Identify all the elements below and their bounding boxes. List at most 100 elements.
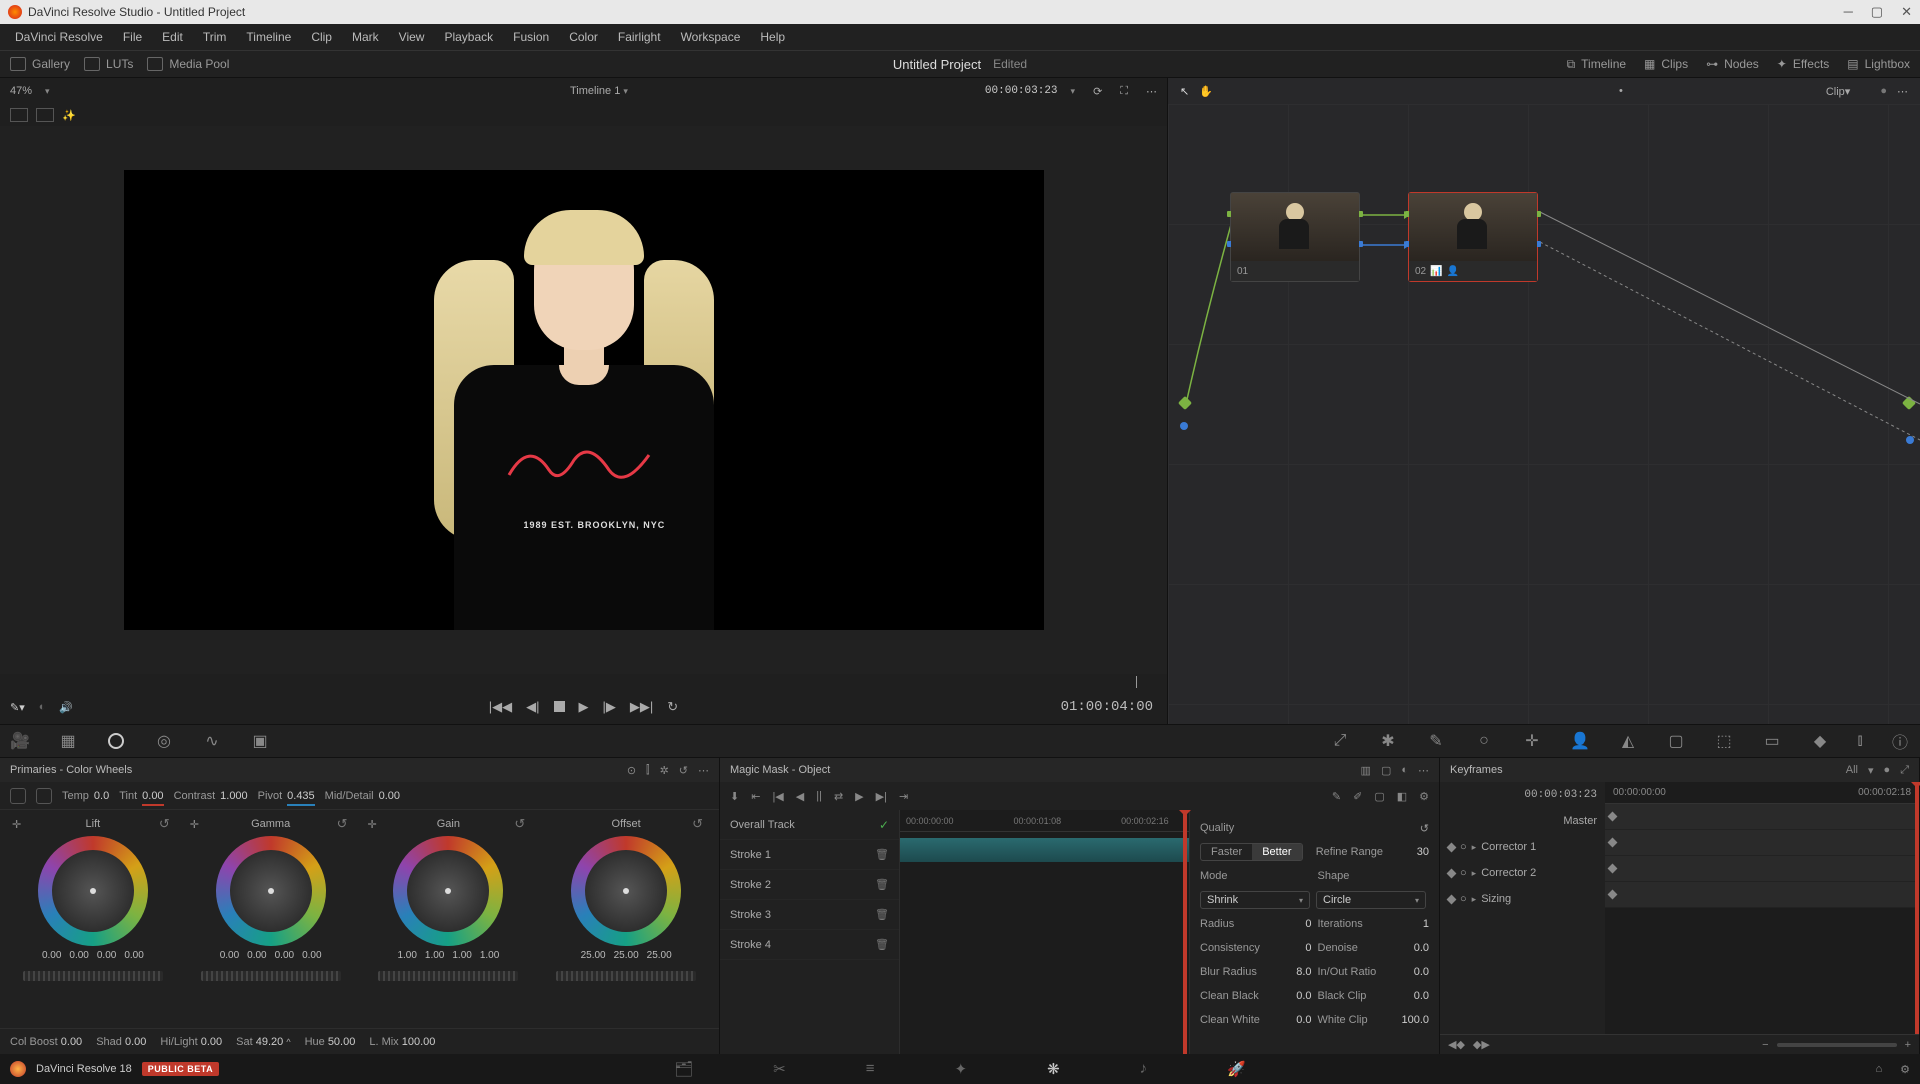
split-screen-icon[interactable]: [36, 108, 54, 122]
viewer[interactable]: 1989 EST. BROOKLYN, NYC: [0, 126, 1167, 674]
track-back-one-icon[interactable]: |◀: [772, 790, 783, 803]
color-page-icon[interactable]: ❋: [1047, 1060, 1060, 1078]
sizing-icon[interactable]: ⬚: [1714, 732, 1734, 750]
clean-white-field[interactable]: 0.0: [1272, 1014, 1312, 1026]
expand-icon[interactable]: ⛶: [1120, 85, 1128, 98]
maximize-button[interactable]: ▢: [1871, 4, 1883, 20]
lift-jog[interactable]: [23, 971, 163, 981]
lift-wheel[interactable]: ✛Lift↺ 0.000.000.000.00: [4, 816, 182, 1028]
trash-icon[interactable]: 🗑: [875, 878, 889, 891]
node-mode[interactable]: Clip: [1826, 86, 1845, 98]
auto-balance-icon[interactable]: ⊙: [627, 764, 636, 777]
rgb-mixer-icon[interactable]: ∿: [202, 732, 222, 750]
qualifier-icon[interactable]: ✎: [1426, 732, 1446, 750]
stroke-row[interactable]: Stroke 4🗑: [720, 930, 899, 960]
mask-overlay-icon[interactable]: ▢: [1381, 764, 1391, 777]
onion-icon[interactable]: ⬇: [730, 790, 739, 803]
settings-icon[interactable]: ⚙: [1419, 790, 1429, 803]
mid-detail-field[interactable]: Mid/Detail0.00: [325, 790, 400, 802]
track-both-icon[interactable]: ⇄: [834, 790, 843, 803]
effects-toggle[interactable]: ✦Effects: [1777, 57, 1830, 72]
yrgb-picker-icon[interactable]: ✛: [368, 818, 377, 831]
camera-raw-icon[interactable]: 🎥: [10, 732, 30, 750]
menu-color[interactable]: Color: [560, 27, 607, 47]
keyframe-timeline[interactable]: 00:00:00:0000:00:02:18: [1605, 782, 1919, 1034]
inout-ratio-field[interactable]: 0.0: [1389, 966, 1429, 978]
mask-invert-icon[interactable]: ◐: [1401, 764, 1408, 776]
picker-b-icon[interactable]: [36, 788, 52, 804]
loop-button[interactable]: ↻: [667, 699, 678, 715]
stop-button[interactable]: [554, 700, 565, 715]
curves-icon[interactable]: ⤢: [1330, 732, 1350, 750]
menu-help[interactable]: Help: [751, 27, 794, 47]
first-frame-button[interactable]: |◀◀: [489, 699, 512, 715]
iterations-field[interactable]: 1: [1389, 918, 1429, 930]
nodes-toggle[interactable]: ⊶Nodes: [1706, 57, 1759, 72]
step-out-icon[interactable]: ⇥: [899, 790, 908, 803]
lmix-field[interactable]: L. Mix 100.00: [369, 1036, 435, 1048]
track-fwd-icon[interactable]: ▶: [855, 790, 863, 803]
menu-fusion[interactable]: Fusion: [504, 27, 558, 47]
trash-icon[interactable]: 🗑: [875, 908, 889, 921]
consistency-field[interactable]: 0: [1272, 942, 1312, 954]
track-stop-icon[interactable]: ||: [816, 790, 822, 802]
reset-gamma-icon[interactable]: ↺: [337, 816, 348, 832]
overall-track-row[interactable]: Overall Track✓: [720, 810, 899, 840]
black-clip-field[interactable]: 0.0: [1389, 990, 1429, 1002]
close-button[interactable]: ✕: [1901, 4, 1912, 20]
refine-range-field[interactable]: 30: [1389, 846, 1429, 858]
gain-wheel[interactable]: ✛Gain↺ 1.001.001.001.00: [360, 816, 538, 1028]
yrgb-picker-icon[interactable]: ✛: [190, 818, 199, 831]
kf-zoom-in-icon[interactable]: +: [1905, 1039, 1911, 1051]
timeline-toggle[interactable]: ⧉Timeline: [1567, 57, 1626, 72]
mediapool-toggle[interactable]: Media Pool: [147, 57, 229, 71]
reset-gain-icon[interactable]: ↺: [514, 816, 525, 832]
kf-track-row[interactable]: ○▸Corrector 2: [1440, 860, 1605, 886]
menu-clip[interactable]: Clip: [302, 27, 341, 47]
radius-field[interactable]: 0: [1272, 918, 1312, 930]
timeline-name[interactable]: Timeline 1: [570, 85, 620, 97]
keyframe-mode-icon[interactable]: ◆: [1810, 732, 1830, 750]
unmix-icon[interactable]: ◐: [39, 701, 46, 713]
prev-frame-button[interactable]: ◀|: [526, 699, 539, 715]
stroke-row[interactable]: Stroke 2🗑: [720, 870, 899, 900]
mode-dropdown[interactable]: Shrink▾: [1200, 891, 1310, 909]
clips-toggle[interactable]: ▦Clips: [1644, 57, 1688, 72]
trash-icon[interactable]: 🗑: [875, 848, 889, 861]
node-01[interactable]: 01: [1230, 192, 1360, 282]
fusion-page-icon[interactable]: ✦: [955, 1060, 968, 1078]
mask-timeline[interactable]: 00:00:00:00 00:00:01:08 00:00:02:16: [900, 810, 1189, 1054]
pick-white-icon[interactable]: ✲: [660, 764, 669, 777]
pan-tool-icon[interactable]: ✋: [1199, 85, 1213, 98]
stroke-add-icon[interactable]: ✎: [1332, 790, 1341, 803]
hue-field[interactable]: Hue 50.00: [305, 1036, 356, 1048]
motion-effects-icon[interactable]: ▣: [250, 732, 270, 750]
viewer-scrubber[interactable]: [0, 674, 1167, 690]
project-settings-icon[interactable]: ⚙: [1900, 1063, 1910, 1076]
mask-track[interactable]: [900, 838, 1189, 862]
kf-zoom-slider[interactable]: [1777, 1043, 1897, 1047]
wheels-mode-icon[interactable]: ⫿: [646, 764, 650, 777]
cut-page-icon[interactable]: ✂: [773, 1060, 786, 1078]
node-options-icon[interactable]: ⋯: [1897, 85, 1908, 98]
menu-fairlight[interactable]: Fairlight: [609, 27, 670, 47]
gain-jog[interactable]: [378, 971, 518, 981]
mute-icon[interactable]: 🔊: [59, 701, 73, 714]
menu-workspace[interactable]: Workspace: [672, 27, 750, 47]
minimize-button[interactable]: ─: [1844, 4, 1853, 20]
mask-mode-icon[interactable]: ▥: [1361, 764, 1371, 777]
mask-options-icon[interactable]: ⋯: [1418, 764, 1429, 777]
color-wheels-icon[interactable]: [106, 732, 126, 750]
kf-expand-icon[interactable]: ⤢: [1900, 764, 1909, 777]
3d-icon[interactable]: ▭: [1762, 732, 1782, 750]
media-page-icon[interactable]: 🗂: [674, 1060, 693, 1078]
temp-field[interactable]: Temp0.0: [62, 790, 109, 802]
play-button[interactable]: ▶: [579, 699, 589, 715]
fairlight-page-icon[interactable]: ♪: [1140, 1060, 1148, 1078]
image-wipe-icon[interactable]: [10, 108, 28, 122]
quality-segmented[interactable]: FasterBetter: [1200, 843, 1303, 861]
menu-playback[interactable]: Playback: [435, 27, 502, 47]
denoise-field[interactable]: 0.0: [1389, 942, 1429, 954]
toggle-mask-icon[interactable]: ◧: [1397, 790, 1407, 803]
node-zoom-dot[interactable]: •: [1619, 85, 1623, 97]
